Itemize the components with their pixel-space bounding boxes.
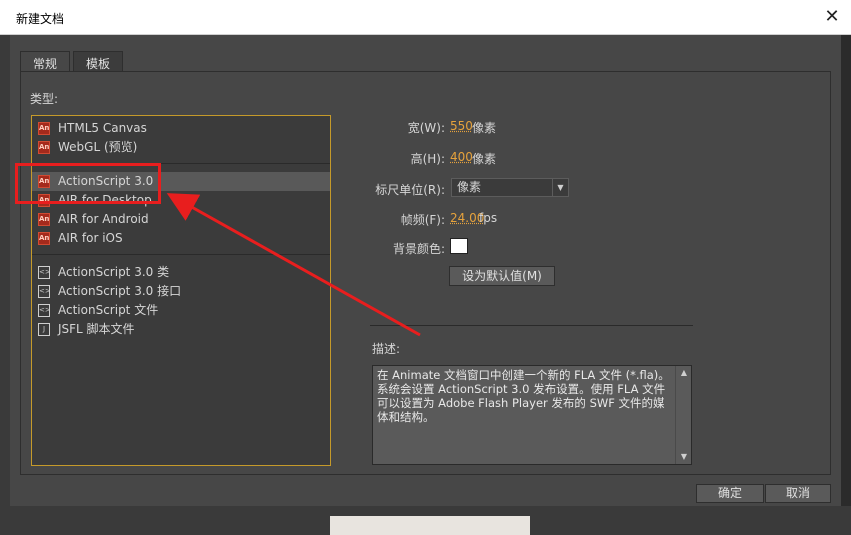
height-label: 高(H):: [410, 152, 445, 166]
type-item-label: AIR for iOS: [58, 231, 123, 245]
background-image-fragment: [330, 516, 530, 535]
tab-general[interactable]: 常规: [20, 51, 71, 72]
width-value[interactable]: 550: [450, 119, 473, 133]
script-file-icon: <>: [38, 266, 51, 279]
height-value[interactable]: 400: [450, 150, 473, 164]
script-file-icon: <>: [38, 285, 51, 298]
scroll-up-icon[interactable]: ▲: [676, 366, 691, 380]
height-unit: 像素: [472, 152, 497, 166]
type-item-label: ActionScript 3.0 接口: [58, 284, 182, 298]
description-text: 在 Animate 文档窗口中创建一个新的 FLA 文件 (*.fla)。系统会…: [377, 368, 670, 424]
type-item[interactable]: An WebGL (预览): [32, 138, 330, 157]
description-box[interactable]: 在 Animate 文档窗口中创建一个新的 FLA 文件 (*.fla)。系统会…: [372, 365, 692, 465]
new-document-dialog: 常规 模板 类型: An HTML5 Canvas An WebGL (预览) An Ac…: [10, 35, 841, 506]
animate-doc-icon: An: [38, 141, 50, 154]
ruler-units-value: 像素: [457, 180, 482, 194]
description-scrollbar[interactable]: ▲ ▼: [675, 366, 691, 464]
title-bar: 新建文档 ✕: [0, 0, 851, 35]
background-app-strip: [0, 35, 10, 535]
ok-button[interactable]: 确定: [696, 484, 764, 503]
type-item[interactable]: <> ActionScript 文件: [32, 301, 330, 320]
type-item-label: WebGL (预览): [58, 140, 138, 154]
type-item[interactable]: <> ActionScript 3.0 接口: [32, 282, 330, 301]
chevron-down-icon: ▼: [552, 179, 568, 196]
type-item[interactable]: J JSFL 脚本文件: [32, 320, 330, 339]
background-color-label: 背景颜色:: [392, 242, 445, 256]
scroll-down-icon[interactable]: ▼: [676, 450, 691, 464]
tab-templates[interactable]: 模板: [73, 51, 124, 72]
frame-rate-unit: fps: [479, 211, 498, 225]
animate-doc-icon: An: [38, 122, 50, 135]
jsfl-file-icon: J: [38, 323, 50, 336]
ruler-units-label: 标尺单位(R):: [375, 183, 445, 197]
width-unit: 像素: [472, 121, 497, 135]
type-item-label: AIR for Android: [58, 212, 149, 226]
script-file-icon: <>: [38, 304, 51, 317]
close-icon[interactable]: ✕: [823, 8, 841, 26]
type-item-label: ActionScript 文件: [58, 303, 159, 317]
animate-doc-icon: An: [38, 232, 50, 245]
type-item-label: JSFL 脚本文件: [58, 322, 135, 336]
type-item[interactable]: An HTML5 Canvas: [32, 119, 330, 138]
type-label: 类型:: [30, 92, 59, 106]
type-item-label: ActionScript 3.0 类: [58, 265, 170, 279]
type-item[interactable]: <> ActionScript 3.0 类: [32, 263, 330, 282]
highlight-annotation-box: [15, 163, 161, 204]
animate-doc-icon: An: [38, 213, 50, 226]
frame-rate-label: 帧频(F):: [400, 213, 445, 227]
width-label: 宽(W):: [407, 121, 445, 135]
list-separator: [32, 254, 330, 255]
type-item[interactable]: An AIR for iOS: [32, 229, 330, 248]
divider: [370, 325, 693, 326]
background-color-swatch[interactable]: [450, 238, 468, 254]
description-label: 描述:: [372, 342, 401, 356]
cancel-button[interactable]: 取消: [765, 484, 831, 503]
type-item[interactable]: An AIR for Android: [32, 210, 330, 229]
type-item-label: HTML5 Canvas: [58, 121, 147, 135]
ruler-units-select[interactable]: 像素 ▼: [451, 178, 569, 197]
set-default-button[interactable]: 设为默认值(M): [449, 266, 555, 286]
window-title: 新建文档: [16, 12, 65, 26]
